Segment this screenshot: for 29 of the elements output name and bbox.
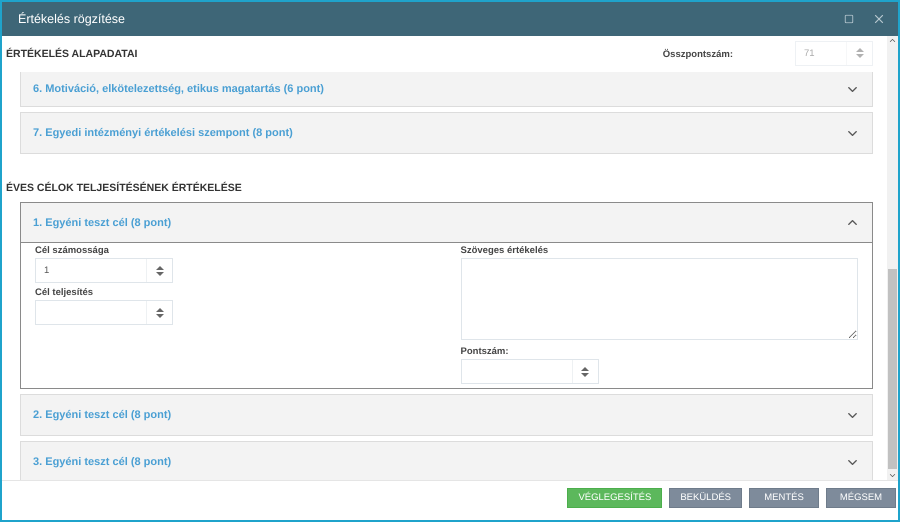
action-button[interactable]: MENTÉS [749,488,819,508]
field-label: Cél számossága [35,245,110,256]
spinner-arrows-icon[interactable] [156,306,164,318]
number-field[interactable] [35,300,173,325]
number-field[interactable] [460,359,598,384]
field-label: Szöveges értékelés [460,245,550,256]
spinner-arrows-icon[interactable] [581,366,589,378]
scroll-down-icon[interactable] [888,471,897,480]
accordion-header[interactable]: 7. Egyedi intézményi értékelési szempont (8 pont) [21,113,872,153]
scroll-up-icon[interactable] [888,36,897,45]
number-field[interactable]: 1 [35,258,173,283]
number-input[interactable]: 1 [36,259,146,282]
action-button[interactable]: MÉGSEM [826,488,896,508]
spinner-arrows-icon[interactable] [156,264,164,276]
field-label: Cél teljesítés [35,287,94,298]
section-heading: ÉRTÉKELÉS ALAPADATAI [6,48,138,60]
action-button[interactable]: VÉGLEGESÍTÉS [567,488,662,508]
accordion-header[interactable]: 1. Egyéni teszt cél (8 pont) [21,203,872,243]
field-label: Összpontszám: [662,48,733,60]
maximize-icon[interactable] [844,14,854,24]
close-icon[interactable] [872,12,886,26]
section-heading: ÉVES CÉLOK TELJESÍTÉSÉNEK ÉRTÉKELÉSE [6,182,243,194]
accordion-header[interactable]: 2. Egyéni teszt cél (8 pont) [21,395,872,435]
scrollbar[interactable] [887,36,898,480]
window-title: Értékelés rögzítése [18,12,126,26]
accordion-header[interactable]: 3. Egyéni teszt cél (8 pont) [21,442,872,480]
field-label: Pontszám: [460,346,510,357]
action-button[interactable]: BEKÜLDÉS [669,488,742,508]
accordion-header[interactable]: 6. Motiváció, elkötelezettség, etikus magatartás (6 pont) [21,72,872,106]
